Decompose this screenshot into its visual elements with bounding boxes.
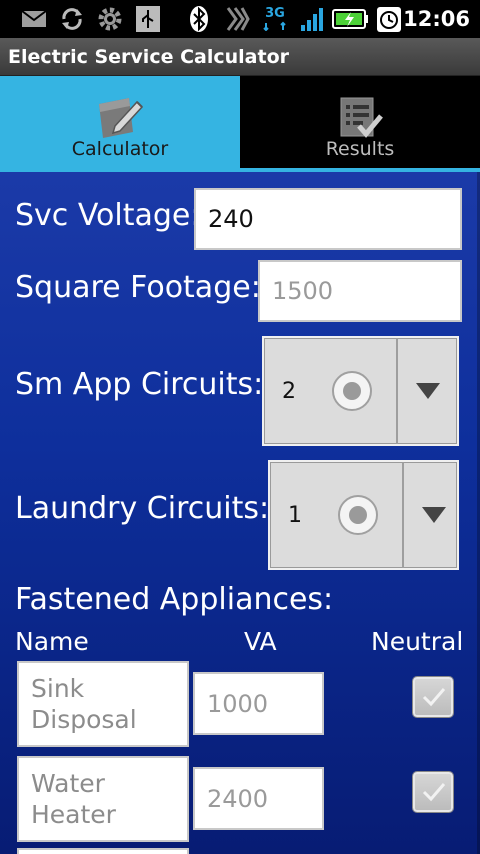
network-type-label: 3G xyxy=(265,6,285,21)
fastened-appliances-heading: Fastened Appliances: xyxy=(15,582,334,617)
calculator-edit-icon xyxy=(95,94,145,140)
checkmark-icon xyxy=(422,688,446,707)
tab-calculator[interactable]: Calculator xyxy=(0,76,240,172)
tab-results-label: Results xyxy=(325,138,395,160)
bluetooth-icon xyxy=(186,5,212,33)
signal-bars-icon xyxy=(298,5,326,33)
laundry-circuits-label: Laundry Circuits: xyxy=(15,491,270,526)
spinner-divider xyxy=(402,462,404,568)
laundry-circuits-value: 1 xyxy=(288,502,302,528)
usb-icon xyxy=(134,5,162,33)
laundry-circuits-spinner[interactable]: 1 xyxy=(268,460,459,570)
sync-icon xyxy=(56,5,88,33)
tab-bar: Calculator Results xyxy=(0,76,480,172)
appliance-name-input-partial[interactable] xyxy=(17,848,189,854)
sm-app-circuits-value: 2 xyxy=(282,378,296,404)
alarm-clock-icon xyxy=(376,5,402,33)
spinner-divider xyxy=(396,338,398,444)
tab-calculator-label: Calculator xyxy=(71,138,169,160)
neutral-checkbox[interactable] xyxy=(413,677,453,717)
appliance-va-input[interactable]: 1000 xyxy=(193,672,324,735)
svc-voltage-input[interactable]: 240 xyxy=(194,188,462,250)
sm-app-circuits-spinner[interactable]: 2 xyxy=(262,336,459,446)
calculator-form: Svc Voltage: 240 Square Footage: 1500 Sm… xyxy=(0,172,480,854)
status-bar: 3G 12:06 xyxy=(0,0,480,38)
appliance-name-input[interactable]: Water Heater xyxy=(17,756,189,842)
checkmark-icon xyxy=(422,783,446,802)
dropdown-arrow-icon[interactable] xyxy=(422,507,446,523)
gmail-icon xyxy=(20,5,48,33)
square-footage-input[interactable]: 1500 xyxy=(258,260,462,322)
square-footage-label: Square Footage: xyxy=(15,270,261,305)
app-title: Electric Service Calculator xyxy=(8,46,289,68)
sm-app-circuits-label: Sm App Circuits: xyxy=(15,367,264,402)
neutral-checkbox[interactable] xyxy=(413,772,453,812)
svc-voltage-label: Svc Voltage: xyxy=(15,198,201,233)
dropdown-arrow-icon[interactable] xyxy=(416,383,440,399)
results-checklist-icon xyxy=(335,94,385,140)
clock-time: 12:06 xyxy=(403,7,470,31)
column-header-neutral: Neutral xyxy=(371,627,464,656)
signal-flow-icon xyxy=(222,5,252,33)
tab-results[interactable]: Results xyxy=(240,76,480,172)
battery-charging-icon xyxy=(332,5,370,33)
column-header-name: Name xyxy=(15,627,89,656)
settings-icon xyxy=(95,5,125,33)
3g-icon: 3G xyxy=(258,5,292,33)
radio-indicator-icon xyxy=(332,371,372,411)
appliance-va-input[interactable]: 2400 xyxy=(193,767,324,830)
app-title-bar: Electric Service Calculator xyxy=(0,38,480,76)
radio-indicator-icon xyxy=(338,495,378,535)
column-header-va: VA xyxy=(244,627,277,656)
appliance-name-input[interactable]: Sink Disposal xyxy=(17,661,189,747)
